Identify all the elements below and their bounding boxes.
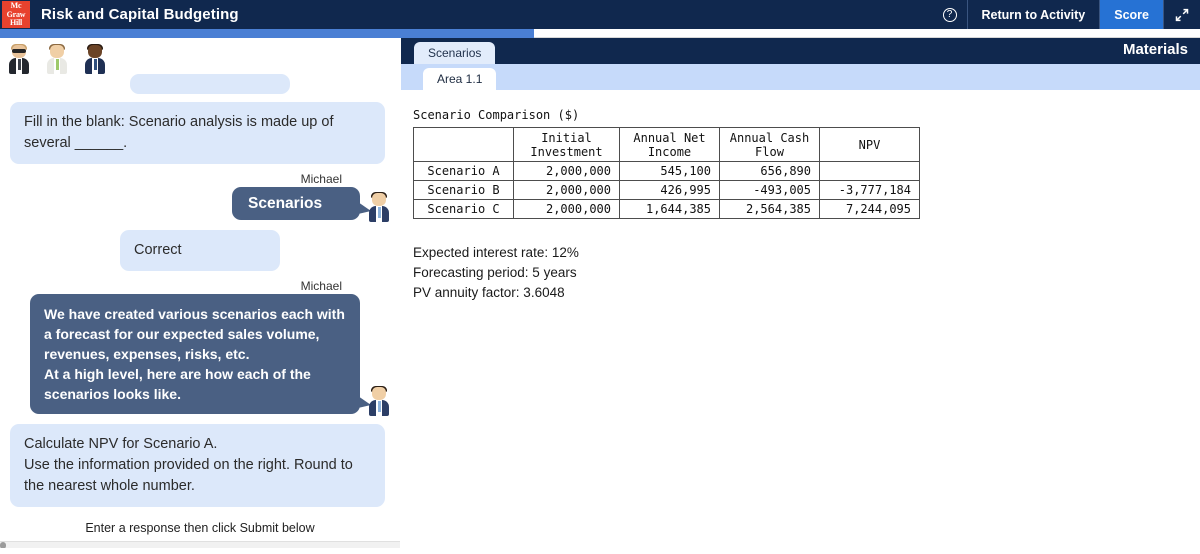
page-title: Risk and Capital Budgeting bbox=[41, 6, 239, 23]
materials-panel: Scenarios Materials Area 1.1 Scenario Co… bbox=[401, 38, 1200, 554]
note-forecasting-period: Forecasting period: 5 years bbox=[413, 265, 577, 280]
message-fill-in-the-blank: Fill in the blank: Scenario analysis is … bbox=[10, 102, 390, 164]
sunglasses-icon bbox=[12, 49, 26, 53]
avatar-participant-1 bbox=[8, 44, 30, 74]
help-icon: ? bbox=[942, 7, 957, 22]
participant-avatars bbox=[0, 38, 400, 74]
table-row: Scenario C 2,000,000 1,644,385 2,564,385 7,2… bbox=[413, 199, 920, 219]
app-header: Mc Graw Hill Risk and Capital Budgeting … bbox=[0, 0, 1200, 29]
cell-scenario-label: Scenario B bbox=[413, 180, 514, 200]
table-body: Scenario A 2,000,000 545,100 656,890 Scenari… bbox=[413, 161, 920, 219]
column-header-initial-investment: Initial Investment bbox=[513, 127, 620, 162]
cell-annual-cash-flow: 656,890 bbox=[719, 161, 820, 181]
message-student-answer-group: Michael Scenarios bbox=[10, 172, 390, 222]
message-text: Fill in the blank: Scenario analysis is … bbox=[10, 102, 385, 164]
message-text: Correct bbox=[120, 230, 280, 271]
table-header: Initial Investment Annual Net Income Ann… bbox=[413, 127, 920, 162]
header-actions: ? Return to Activity Score bbox=[933, 0, 1200, 29]
cell-npv: 7,244,095 bbox=[819, 199, 920, 219]
chat-message-list: Correct Fill in the blank: Scenario anal… bbox=[0, 74, 400, 507]
avatar-participant-2 bbox=[46, 44, 68, 74]
column-header-annual-cash-flow: Annual Cash Flow bbox=[719, 127, 820, 162]
cell-initial-investment: 2,000,000 bbox=[513, 161, 620, 181]
expand-arrows-icon bbox=[1175, 8, 1189, 21]
mcgraw-hill-logo: Mc Graw Hill bbox=[2, 1, 30, 28]
note-pv-annuity-factor: PV annuity factor: 3.6048 bbox=[413, 285, 565, 300]
cell-scenario-label: Scenario C bbox=[413, 199, 514, 219]
message-text: We have created various scenarios each w… bbox=[30, 294, 371, 414]
speaker-name: Michael bbox=[300, 172, 342, 186]
materials-panel-label: Materials bbox=[1122, 41, 1188, 58]
logo-line-3: Hill bbox=[9, 18, 23, 28]
cell-scenario-label: Scenario A bbox=[413, 161, 514, 181]
table-row: Scenario B 2,000,000 426,995 -493,005 -3,777… bbox=[413, 180, 920, 200]
table-row: Scenario A 2,000,000 545,100 656,890 bbox=[413, 161, 920, 181]
cell-initial-investment: 2,000,000 bbox=[513, 199, 620, 219]
table-header-row: Initial Investment Annual Net Income Ann… bbox=[413, 127, 920, 162]
avatar-michael bbox=[368, 386, 390, 416]
message-text: Scenarios bbox=[232, 187, 371, 220]
message-feedback-correct: Correct bbox=[10, 230, 390, 271]
cell-annual-net-income: 545,100 bbox=[619, 161, 720, 181]
cell-annual-net-income: 1,644,385 bbox=[619, 199, 720, 219]
expand-icon[interactable] bbox=[1163, 0, 1200, 29]
message-npv-question: Calculate NPV for Scenario A. Use the in… bbox=[10, 424, 390, 507]
table-caption: Scenario Comparison ($) bbox=[413, 108, 580, 122]
assumption-notes: Expected interest rate: 12% Forecasting … bbox=[413, 243, 1200, 303]
message-scenario-explanation-group: Michael We have created various scenario… bbox=[10, 279, 390, 416]
materials-subtab-bar: Area 1.1 bbox=[401, 64, 1200, 90]
horizontal-scrollbar[interactable] bbox=[0, 541, 400, 548]
cell-annual-net-income: 426,995 bbox=[619, 180, 720, 200]
score-button[interactable]: Score bbox=[1099, 0, 1163, 29]
cell-npv bbox=[819, 161, 920, 181]
column-header-npv: NPV bbox=[819, 127, 920, 162]
tab-scenarios[interactable]: Scenarios bbox=[414, 42, 496, 64]
note-interest-rate: Expected interest rate: 12% bbox=[413, 245, 579, 260]
message-text: Calculate NPV for Scenario A. Use the in… bbox=[10, 424, 385, 507]
clipped-message-bubble: Correct bbox=[130, 74, 290, 94]
cell-npv: -3,777,184 bbox=[819, 180, 920, 200]
materials-content: Scenario Comparison ($) Initial Investme… bbox=[401, 90, 1200, 303]
conversation-panel: Correct Fill in the blank: Scenario anal… bbox=[0, 38, 400, 548]
column-header-blank bbox=[413, 127, 514, 162]
clipped-message-text: Correct bbox=[146, 74, 194, 77]
answer-hint-text: Enter a response then click Submit below bbox=[85, 521, 315, 535]
cell-annual-cash-flow: -493,005 bbox=[719, 180, 820, 200]
help-button[interactable]: ? bbox=[933, 0, 967, 29]
activity-progress-fill bbox=[0, 29, 534, 38]
tab-area-1-1[interactable]: Area 1.1 bbox=[423, 68, 497, 90]
cell-annual-cash-flow: 2,564,385 bbox=[719, 199, 820, 219]
activity-progress-bar bbox=[0, 29, 1200, 38]
materials-tab-bar: Scenarios Materials bbox=[401, 38, 1200, 64]
cell-initial-investment: 2,000,000 bbox=[513, 180, 620, 200]
return-to-activity-button[interactable]: Return to Activity bbox=[966, 0, 1100, 29]
avatar-participant-3 bbox=[84, 44, 106, 74]
scenario-comparison-table: Initial Investment Annual Net Income Ann… bbox=[413, 127, 920, 219]
avatar-michael bbox=[368, 192, 390, 222]
speaker-name: Michael bbox=[300, 279, 342, 293]
scrollbar-thumb[interactable] bbox=[0, 542, 6, 548]
column-header-annual-net-income: Annual Net Income bbox=[619, 127, 720, 162]
